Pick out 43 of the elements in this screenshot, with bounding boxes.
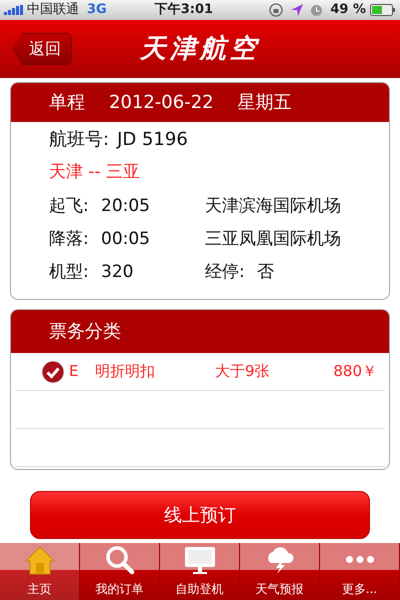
field-label: 机型:: [49, 260, 90, 284]
clock-icon: [311, 4, 322, 16]
checkbox[interactable]: [41, 360, 65, 384]
carrier-name: 中国联通: [27, 1, 79, 20]
route-text: 天津 -- 三亚: [49, 162, 140, 182]
cabin-class: E: [69, 361, 80, 382]
battery-percent: 49 %: [330, 1, 366, 20]
field-value: 20:05: [101, 194, 151, 218]
status-time: 下午3:01: [154, 1, 214, 20]
field-value: 00:05: [101, 228, 151, 251]
house-icon: [24, 545, 56, 575]
tab-item[interactable]: 自助登机: [160, 543, 240, 600]
network-type: 3G: [87, 1, 107, 20]
field-value: 三亚凤凰国际机场: [205, 228, 341, 251]
field-value: 否: [257, 260, 274, 284]
tab-item[interactable]: 我的订单: [80, 543, 160, 600]
field-value: 320: [101, 260, 134, 284]
signal-icon: [4, 5, 23, 15]
location-arrow-icon: [291, 4, 304, 16]
flight-weekday: 星期五: [238, 91, 292, 115]
field-label: 航班号:: [49, 128, 110, 152]
monitor-icon: [182, 545, 216, 575]
section-title: 票务分类: [49, 321, 121, 342]
flight-number: JD 5196: [117, 128, 188, 152]
trip-type: 单程: [49, 91, 85, 115]
field-label: 起飞:: [49, 194, 90, 218]
seat-count: 大于9张: [215, 361, 271, 382]
flight-date: 2012-06-22: [109, 91, 214, 115]
field-label: 经停:: [205, 260, 246, 284]
tab-item[interactable]: 主页: [0, 543, 80, 600]
ticket-price: 880￥: [333, 361, 377, 382]
tab-item[interactable]: 更多...: [320, 543, 400, 600]
search-icon: [104, 545, 136, 575]
tab-item[interactable]: 天气预报: [240, 543, 320, 600]
back-button[interactable]: 返回: [12, 33, 72, 65]
field-label: 降落:: [49, 228, 90, 251]
book-online-button[interactable]: 线上预订: [30, 491, 370, 539]
app-logo: 天津航空: [140, 32, 260, 66]
field-value: 天津滨海国际机场: [205, 194, 341, 218]
battery-icon: [370, 4, 396, 16]
rotation-lock-icon: [269, 3, 284, 17]
more-icon: [346, 556, 374, 563]
fare-type: 明折明扣: [95, 361, 156, 382]
